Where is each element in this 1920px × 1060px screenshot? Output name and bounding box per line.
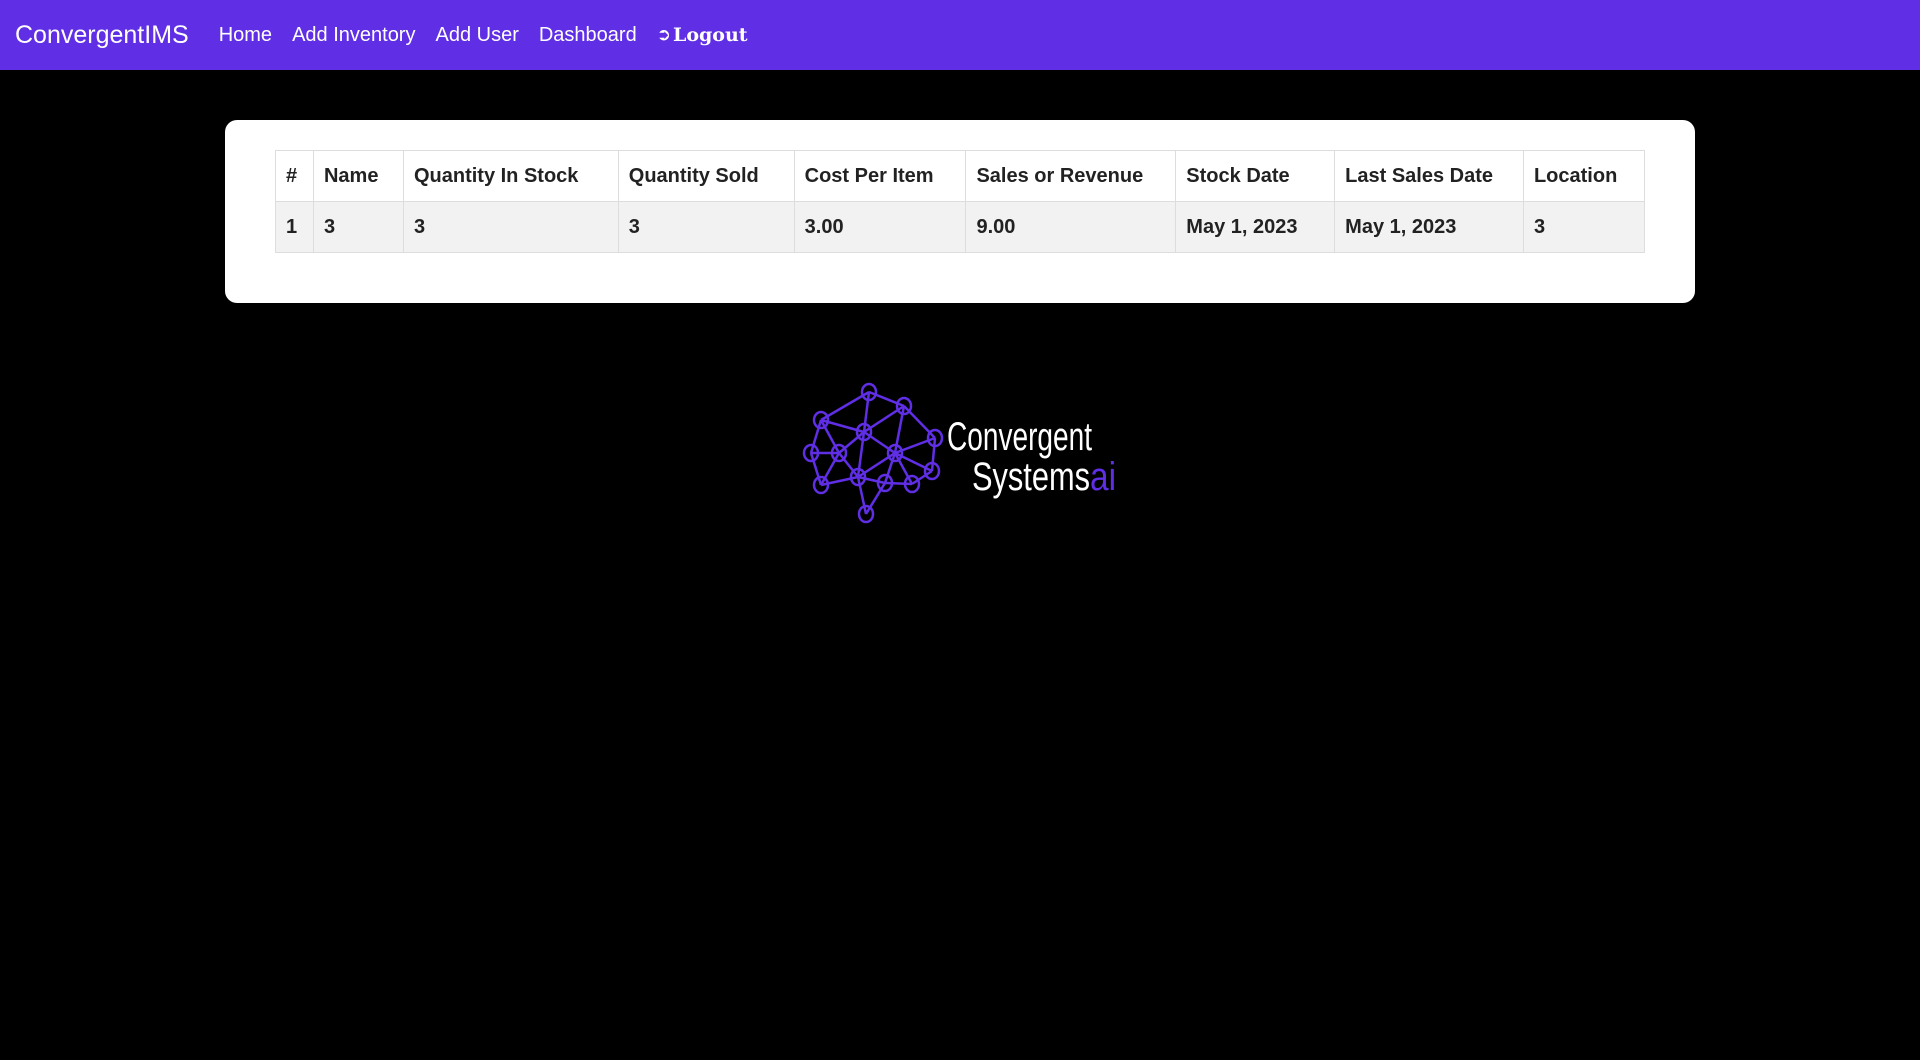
header-quantity-sold: Quantity Sold xyxy=(617,150,795,202)
cell-sales-or-revenue: 9.00 xyxy=(965,201,1177,253)
header-cost-per-item: Cost Per Item xyxy=(793,150,967,202)
logout-label: Logout xyxy=(672,24,748,46)
cell-last-sales-date: May 1, 2023 xyxy=(1334,201,1524,253)
nav-add-user-link[interactable]: Add User xyxy=(435,24,518,47)
cell-location: 3 xyxy=(1522,201,1646,253)
header-sales-or-revenue: Sales or Revenue xyxy=(965,150,1177,202)
table-row: 1 3 3 3 3.00 9.00 May 1, 2023 May 1, 202… xyxy=(275,201,1646,253)
cell-cost-per-item: 3.00 xyxy=(793,201,967,253)
cell-quantity-sold: 3 xyxy=(617,201,795,253)
header-stock-date: Stock Date xyxy=(1175,150,1336,202)
sign-out-icon: ➲ xyxy=(656,25,671,45)
cell-name: 3 xyxy=(312,201,404,253)
brand-link[interactable]: ConvergentIMS xyxy=(15,21,189,50)
nav-dashboard-link[interactable]: Dashboard xyxy=(539,24,637,47)
table-header-row: # Name Quantity In Stock Quantity Sold C… xyxy=(275,150,1646,202)
logo-suffix: ai xyxy=(1090,455,1116,499)
convergent-systems-logo: Convergent Systems ai xyxy=(800,380,1130,535)
header-index: # xyxy=(275,150,314,202)
header-quantity-in-stock: Quantity In Stock xyxy=(402,150,619,202)
cell-stock-date: May 1, 2023 xyxy=(1175,201,1336,253)
logo-line1: Convergent xyxy=(947,415,1092,459)
cell-quantity-in-stock: 3 xyxy=(402,201,619,253)
inventory-card: # Name Quantity In Stock Quantity Sold C… xyxy=(225,120,1695,303)
brain-network-icon: Convergent Systems ai xyxy=(802,382,1116,524)
header-location: Location xyxy=(1522,150,1646,202)
logout-button[interactable]: ➲ Logout xyxy=(657,24,748,46)
header-last-sales-date: Last Sales Date xyxy=(1334,150,1524,202)
logo-line2: Systems xyxy=(972,455,1090,499)
top-navbar: ConvergentIMS Home Add Inventory Add Use… xyxy=(0,0,1920,70)
header-name: Name xyxy=(312,150,404,202)
nav-home-link[interactable]: Home xyxy=(219,24,272,47)
inventory-table: # Name Quantity In Stock Quantity Sold C… xyxy=(275,150,1646,253)
cell-index: 1 xyxy=(275,201,314,253)
nav-add-inventory-link[interactable]: Add Inventory xyxy=(292,24,415,47)
